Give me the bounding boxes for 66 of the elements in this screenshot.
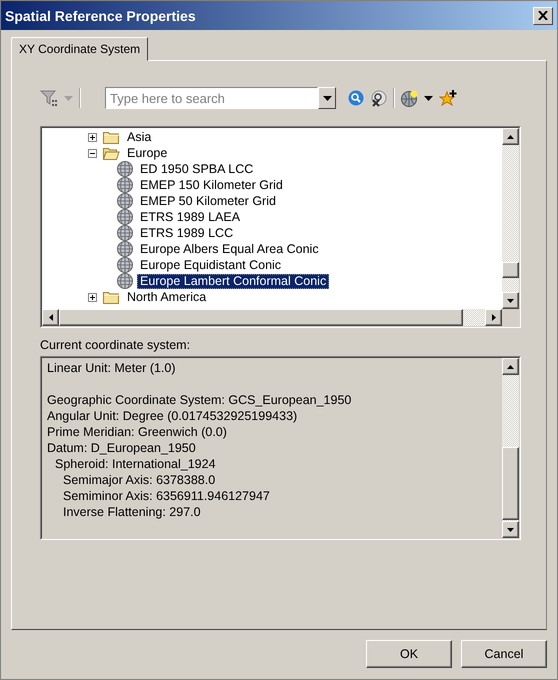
collapse-icon[interactable] bbox=[88, 148, 97, 158]
close-button[interactable] bbox=[533, 6, 553, 24]
tree-item[interactable]: EMEP 150 Kilometer Grid bbox=[137, 178, 286, 192]
scroll-up-button[interactable] bbox=[502, 358, 519, 375]
tab[interactable]: XY Coordinate System bbox=[11, 37, 148, 61]
detail-line: Semiminor Axis: 6356911.946127947 bbox=[62, 488, 271, 504]
window-title: Spatial Reference Properties bbox=[5, 8, 197, 24]
scrollbar-thumb[interactable] bbox=[502, 262, 519, 278]
arrow-down-icon bbox=[507, 298, 514, 302]
open-folder-icon bbox=[103, 146, 120, 160]
arrow-left-icon bbox=[48, 314, 52, 321]
scroll-down-button[interactable] bbox=[502, 292, 519, 309]
globe-icon bbox=[117, 193, 133, 209]
dropdown-button[interactable] bbox=[318, 87, 336, 109]
globe-icon bbox=[117, 177, 133, 193]
search-icon[interactable] bbox=[348, 90, 364, 106]
arrow-up-icon bbox=[507, 364, 514, 368]
scrollbar-thumb[interactable] bbox=[59, 309, 463, 326]
caret-icon bbox=[322, 96, 332, 100]
expand-icon[interactable] bbox=[88, 132, 97, 142]
folder-icon bbox=[103, 130, 120, 144]
detail-line: Prime Meridian: Greenwich (0.0) bbox=[47, 424, 228, 440]
clear-search-icon[interactable] bbox=[370, 90, 387, 106]
globe-icon bbox=[117, 273, 133, 289]
tree-item[interactable]: Europe Equidistant Conic bbox=[137, 258, 284, 272]
caption-label: Current coordinate system: bbox=[40, 338, 192, 352]
tree-item[interactable]: Europe Lambert Conformal Conic bbox=[137, 274, 330, 288]
globe-icon bbox=[117, 225, 133, 241]
search-field[interactable]: Type here to search bbox=[105, 87, 318, 109]
globe-icon bbox=[117, 161, 133, 177]
detail-line: Spheroid: International_1924 bbox=[54, 456, 217, 472]
dialog-button[interactable]: OK bbox=[366, 640, 452, 668]
scroll-up-button[interactable] bbox=[502, 128, 519, 145]
tree-item[interactable]: ETRS 1989 LAEA bbox=[137, 210, 244, 224]
arrow-right-icon bbox=[492, 314, 496, 321]
scroll-left-button[interactable] bbox=[42, 309, 59, 326]
scrollbar-thumb[interactable] bbox=[502, 447, 519, 520]
folder-label[interactable]: Asia bbox=[124, 130, 154, 144]
tree-item[interactable]: EMEP 50 Kilometer Grid bbox=[137, 194, 279, 208]
scrollbar-corner bbox=[502, 309, 519, 326]
detail-line: Datum: D_European_1950 bbox=[47, 440, 197, 456]
globe-icon bbox=[117, 257, 133, 273]
tree-item[interactable]: ETRS 1989 LCC bbox=[137, 226, 236, 240]
expand-icon[interactable] bbox=[88, 292, 97, 302]
caret-icon[interactable] bbox=[424, 96, 433, 100]
detail-line: Inverse Flattening: 297.0 bbox=[62, 504, 202, 520]
detail-line: Geographic Coordinate System: GCS_European_1950 bbox=[47, 392, 352, 408]
close-icon bbox=[538, 11, 548, 20]
globe-icon bbox=[117, 209, 133, 225]
detail-line: Linear Unit: Meter (1.0) bbox=[47, 360, 177, 376]
folder-icon bbox=[103, 290, 120, 304]
arrow-up-icon bbox=[507, 134, 514, 138]
scroll-down-button[interactable] bbox=[502, 521, 519, 538]
dialog-button[interactable]: Cancel bbox=[461, 640, 547, 668]
tree-item[interactable]: ED 1950 SPBA LCC bbox=[137, 162, 256, 176]
star-icon[interactable] bbox=[439, 89, 457, 107]
tree-item[interactable]: Europe Albers Equal Area Conic bbox=[137, 242, 322, 256]
folder-label[interactable]: Europe bbox=[124, 146, 170, 160]
filter-icon[interactable] bbox=[40, 89, 58, 107]
scroll-right-button[interactable] bbox=[485, 309, 502, 326]
folder-label[interactable]: North America bbox=[124, 290, 210, 304]
globe-icon[interactable] bbox=[401, 90, 418, 106]
arrow-down-icon bbox=[507, 528, 514, 532]
detail-line: Semimajor Axis: 6378388.0 bbox=[62, 472, 216, 488]
detail-line: Angular Unit: Degree (0.0174532925199433) bbox=[47, 408, 298, 424]
globe-icon bbox=[117, 241, 133, 257]
